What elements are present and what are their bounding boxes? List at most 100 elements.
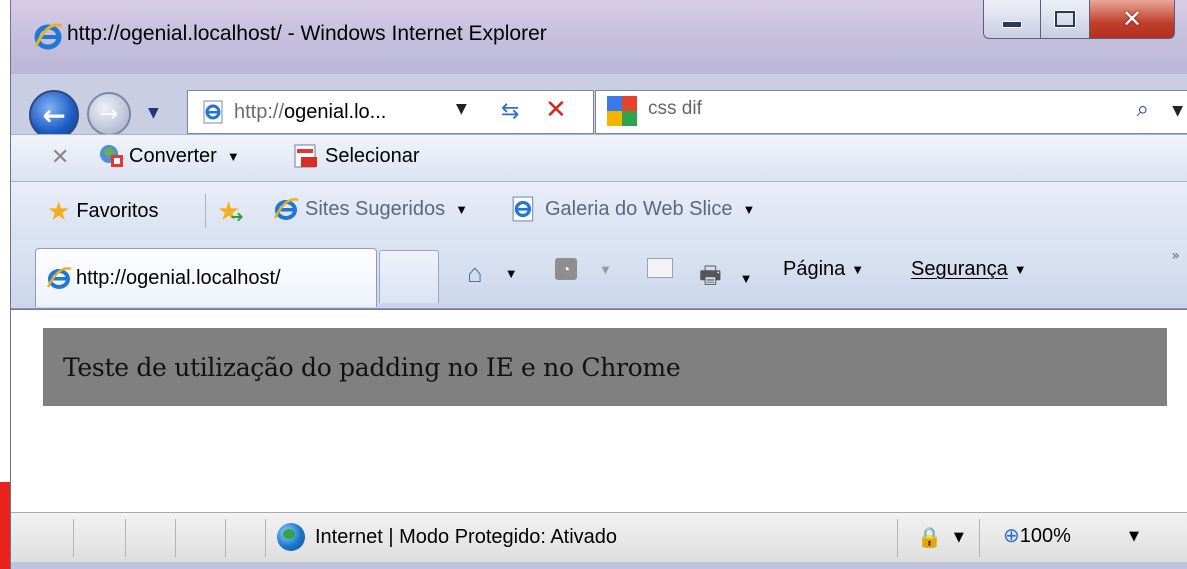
seguranca-dropdown-icon: ▼ <box>1013 262 1027 277</box>
mail-icon <box>647 258 673 278</box>
favorites-separator <box>205 194 206 228</box>
status-divider <box>265 519 266 557</box>
padding-demo-box: Teste de utilização do padding no IE e n… <box>43 328 1167 406</box>
forward-arrow-icon: → <box>99 101 119 127</box>
maximize-icon <box>1055 11 1075 27</box>
print-icon: 🖶 <box>699 262 722 289</box>
status-divider <box>73 519 74 557</box>
stop-icon[interactable]: ✕ <box>545 95 567 125</box>
lock-settings-icon: 🔒 <box>917 525 942 549</box>
sites-sugeridos-label: Sites Sugeridos <box>305 197 446 220</box>
favoritos-button[interactable]: ★ Favoritos <box>47 196 159 227</box>
search-icon[interactable]: ⌕ <box>1137 97 1149 122</box>
ie-window: http://ogenial.localhost/ - Windows Inte… <box>10 0 1187 569</box>
status-divider <box>897 519 898 557</box>
selecionar-icon <box>294 144 317 168</box>
zone-text: Internet | Modo Protegido: Ativado <box>315 525 618 548</box>
maximize-button[interactable] <box>1040 0 1090 39</box>
favorites-bar: ★ Favoritos ★ ➜ Sites Sugeridos ▼ Galeria… <box>11 182 1187 240</box>
address-dropdown[interactable]: ▼ <box>456 101 467 117</box>
globe-icon <box>277 523 305 551</box>
page-content: Teste de utilização do padding no IE e n… <box>11 309 1187 513</box>
close-toolbar-icon[interactable]: ✕ <box>51 145 69 170</box>
zoom-level: 100% <box>1019 525 1071 547</box>
refresh-icon[interactable]: ⇆ <box>501 99 519 124</box>
status-divider <box>225 519 226 557</box>
feeds-button[interactable]: ◔ ▼ <box>555 258 612 280</box>
status-divider <box>175 519 176 557</box>
home-icon: ⌂ <box>467 258 483 288</box>
pagina-dropdown-icon: ▼ <box>851 262 865 277</box>
ie-logo-icon <box>46 267 72 289</box>
ie-logo-icon <box>34 23 63 50</box>
minimize-icon <box>1002 20 1022 28</box>
search-input[interactable] <box>646 97 1050 121</box>
selecionar-label: Selecionar <box>325 144 420 167</box>
navigation-bar: ← → ▼ http://ogenial.lo... ▼ ⇆ ✕ ⌕ <box>11 82 1187 140</box>
address-host: ogenial.lo... <box>284 100 387 123</box>
status-divider <box>125 519 126 557</box>
dropdown-icon: ▼ <box>742 201 756 217</box>
search-box: ⌕ ▼ <box>595 90 1187 134</box>
popup-blocker-button[interactable]: 🔒 ▼ <box>917 525 964 549</box>
read-mail-button[interactable] <box>647 258 673 278</box>
zoom-icon: ⊕ <box>1003 525 1020 547</box>
print-button[interactable]: 🖶 ▼ <box>699 258 753 299</box>
seguranca-label: Segurança <box>911 258 1008 280</box>
security-zone[interactable]: Internet | Modo Protegido: Ativado <box>277 523 617 551</box>
more-tools-chevron-icon[interactable]: » <box>1171 248 1180 264</box>
dropdown-icon: ▼ <box>455 201 468 217</box>
window-bottom-border <box>11 562 1187 569</box>
converter-dropdown-icon: ▼ <box>226 148 240 164</box>
sites-sugeridos-button[interactable]: Sites Sugeridos ▼ <box>273 196 468 222</box>
rss-feed-icon: ◔ <box>555 258 577 280</box>
home-dropdown-icon: ▼ <box>504 266 518 281</box>
pagina-menu[interactable]: Página ▼ <box>783 258 864 281</box>
galeria-label: Galeria do Web Slice <box>545 197 733 220</box>
recent-pages-dropdown[interactable]: ▼ <box>148 105 159 121</box>
add-to-favorites-button[interactable]: ★ ➜ <box>217 196 244 227</box>
close-icon: ✕ <box>1121 5 1143 33</box>
ie-logo-icon <box>273 198 299 220</box>
caption-buttons: ✕ <box>983 0 1187 40</box>
dropdown-icon: ▼ <box>953 529 964 545</box>
zoom-dropdown-icon[interactable]: ▼ <box>1129 529 1139 544</box>
selecionar-button[interactable]: Selecionar <box>293 143 420 169</box>
print-dropdown-icon: ▼ <box>739 271 753 286</box>
feeds-dropdown-icon: ▼ <box>599 261 612 277</box>
window-title: http://ogenial.localhost/ - Windows Inte… <box>67 22 547 45</box>
seguranca-menu[interactable]: Segurança ▼ <box>911 258 1027 281</box>
galeria-web-slice-button[interactable]: Galeria do Web Slice ▼ <box>511 196 755 222</box>
search-options-dropdown[interactable]: ▼ <box>1172 103 1183 119</box>
demo-text: Teste de utilização do padding no IE e n… <box>63 352 681 382</box>
forward-button[interactable]: → <box>87 92 131 136</box>
title-bar: http://ogenial.localhost/ - Windows Inte… <box>11 0 1187 74</box>
back-button[interactable]: ← <box>29 90 79 140</box>
command-bar: ✕ Converter ▼ Selecionar <box>11 134 1187 182</box>
minimize-button[interactable] <box>983 0 1041 39</box>
converter-button[interactable]: Converter ▼ <box>97 143 240 169</box>
home-button[interactable]: ⌂ ▼ <box>467 258 518 289</box>
address-prefix: http:// <box>234 100 285 123</box>
pagina-label: Página <box>783 258 846 280</box>
address-actions: ⇆ ✕ <box>493 90 594 134</box>
new-tab-button[interactable] <box>379 250 439 303</box>
close-button[interactable]: ✕ <box>1089 0 1175 39</box>
address-url: http://ogenial.lo... <box>234 101 386 124</box>
status-bar: Internet | Modo Protegido: Ativado 🔒 ▼ ⊕… <box>11 512 1187 563</box>
address-bar[interactable]: http://ogenial.lo... ▼ <box>187 90 495 134</box>
favorites-star-icon: ★ <box>47 196 71 226</box>
status-divider <box>979 519 980 557</box>
page-ie-icon <box>512 196 534 222</box>
add-arrow-icon: ➜ <box>230 208 244 226</box>
tab-active[interactable]: http://ogenial.localhost/ <box>35 248 377 307</box>
favoritos-label: Favoritos <box>76 200 159 222</box>
converter-icon <box>100 145 123 167</box>
desktop-red-edge <box>0 482 10 569</box>
tab-bar: http://ogenial.localhost/ ⌂ ▼ ◔ ▼ 🖶 ▼ Pá… <box>11 240 1187 309</box>
google-search-provider-icon[interactable] <box>606 95 638 127</box>
zoom-button[interactable]: ⊕100% <box>1003 523 1071 548</box>
page-ie-icon <box>203 100 223 124</box>
converter-label: Converter <box>129 144 217 167</box>
tab-label: http://ogenial.localhost/ <box>76 266 281 289</box>
